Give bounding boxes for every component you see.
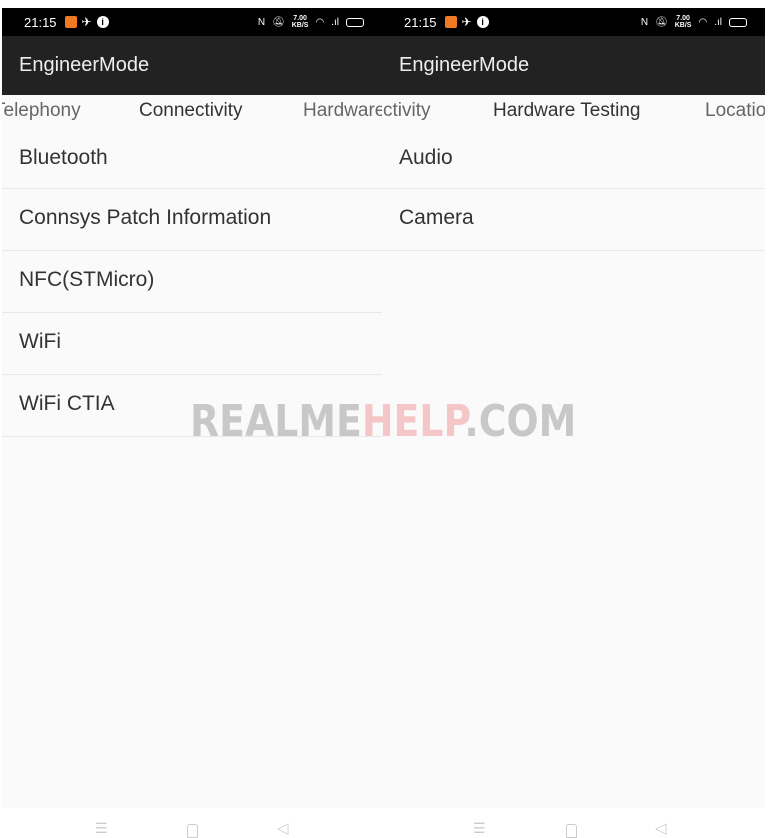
mute-icon: 🔕︎ [655, 16, 668, 28]
list-item-nfc[interactable]: NFC(STMicro) [2, 247, 382, 313]
signal-icon: .ıl [714, 16, 722, 28]
tab-hardware-testing[interactable]: Hardware Testing [303, 100, 382, 122]
info-icon: i [476, 16, 489, 28]
menu-list: Audio Camera [382, 127, 765, 251]
menu-list: Bluetooth Connsys Patch Information NFC(… [2, 127, 382, 437]
tab-connectivity[interactable]: Connectivity [139, 100, 243, 122]
list-item-camera[interactable]: Camera [382, 185, 765, 251]
battery-icon [729, 17, 747, 27]
nfc-icon: N [640, 16, 649, 28]
tab-telephony[interactable]: Telephony [2, 100, 81, 122]
app-title: EngineerMode [382, 36, 765, 95]
tab-connectivity[interactable]: Connectivity [382, 100, 431, 122]
back-icon[interactable]: ◁ [655, 819, 667, 837]
mute-icon: 🔕︎ [272, 16, 285, 28]
app-title: EngineerMode [2, 36, 382, 95]
tab-hardware-testing[interactable]: Hardware Testing [493, 100, 641, 122]
tab-bar: Connectivity Hardware Testing Location [382, 95, 765, 127]
status-time: 21:15 [404, 14, 437, 30]
nfc-icon: N [257, 16, 266, 28]
list-item-bluetooth[interactable]: Bluetooth [2, 127, 382, 189]
info-icon: i [96, 16, 109, 28]
menu-icon[interactable]: ☰ [95, 820, 108, 837]
list-item-connsys-patch[interactable]: Connsys Patch Information [2, 185, 382, 251]
status-bar: 21:15 ✈ i N 🔕︎ 7.00 KB/S ◠ .ıl [2, 8, 382, 36]
back-icon[interactable]: ◁ [277, 819, 289, 837]
menu-icon[interactable]: ☰ [473, 820, 486, 837]
tab-location[interactable]: Location [705, 100, 765, 122]
wifi-icon: ◠ [315, 16, 325, 28]
watermark: REALMEHELP.COM [190, 396, 577, 447]
tab-bar: Telephony Connectivity Hardware Testing [2, 95, 382, 127]
rocket-icon: ✈ [81, 15, 92, 29]
signal-icon: .ıl [331, 16, 339, 28]
notification-icon [444, 16, 457, 28]
list-item-wifi[interactable]: WiFi [2, 309, 382, 375]
wifi-icon: ◠ [698, 16, 708, 28]
net-speed: 7.00 KB/S [291, 15, 309, 29]
list-item-audio[interactable]: Audio [382, 127, 765, 189]
battery-icon [346, 17, 364, 27]
rocket-icon: ✈ [461, 15, 472, 29]
net-speed: 7.00 KB/S [674, 15, 692, 29]
notification-icon [64, 16, 77, 28]
status-bar: 21:15 ✈ i N 🔕︎ 7.00 KB/S ◠ .ıl [382, 8, 765, 36]
status-time: 21:15 [24, 14, 57, 30]
